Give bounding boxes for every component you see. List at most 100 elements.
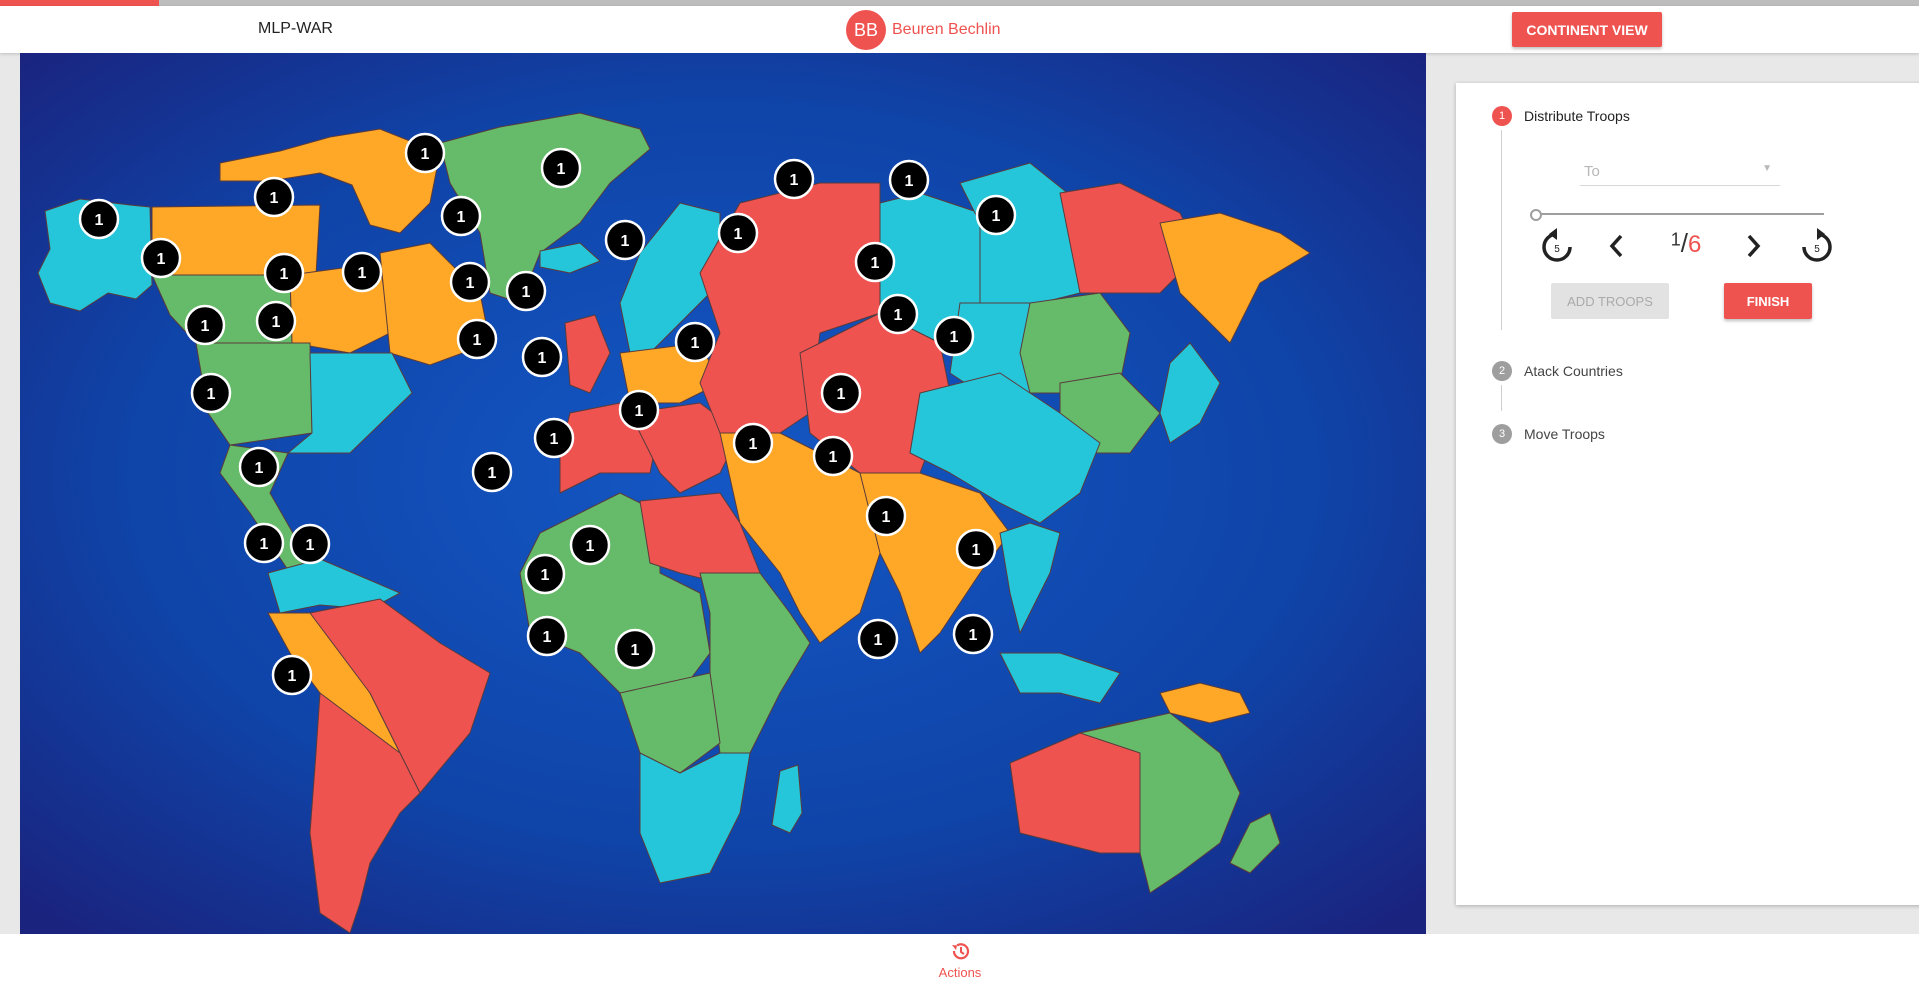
troop-count: 1 bbox=[905, 173, 914, 190]
troop-marker[interactable]: 1 bbox=[140, 237, 182, 279]
troop-marker[interactable]: 1 bbox=[732, 422, 774, 464]
troop-marker[interactable]: 1 bbox=[238, 446, 280, 488]
troop-count: 1 bbox=[207, 386, 216, 403]
troop-marker[interactable]: 1 bbox=[521, 336, 563, 378]
troop-count: 1 bbox=[488, 465, 497, 482]
step-distribute-troops[interactable]: 1 Distribute Troops bbox=[1492, 106, 1630, 126]
troop-marker[interactable]: 1 bbox=[190, 372, 232, 414]
troop-count: 1 bbox=[635, 403, 644, 420]
troop-count: 1 bbox=[255, 460, 264, 477]
troop-count: 1 bbox=[280, 266, 289, 283]
replay-5-icon: 5 bbox=[1542, 228, 1572, 262]
troop-marker[interactable]: 1 bbox=[812, 435, 854, 477]
troop-marker[interactable]: 1 bbox=[243, 522, 285, 564]
step-connector bbox=[1501, 130, 1502, 330]
troop-marker[interactable]: 1 bbox=[524, 553, 566, 595]
troop-count: 1 bbox=[270, 190, 279, 207]
troop-marker[interactable]: 1 bbox=[933, 315, 975, 357]
troop-count: 1 bbox=[969, 627, 978, 644]
troop-count: 1 bbox=[734, 226, 743, 243]
avatar: BB bbox=[846, 10, 886, 50]
troop-marker[interactable]: 1 bbox=[569, 524, 611, 566]
troop-marker[interactable]: 1 bbox=[404, 132, 446, 174]
troop-marker[interactable]: 1 bbox=[471, 451, 513, 493]
troop-marker[interactable]: 1 bbox=[440, 195, 482, 237]
to-territory-select[interactable]: To ▼ bbox=[1580, 157, 1780, 186]
troop-marker[interactable]: 1 bbox=[184, 304, 226, 346]
troop-marker[interactable]: 1 bbox=[952, 613, 994, 655]
app-title: MLP-WAR bbox=[258, 20, 333, 37]
forward-5-button[interactable]: 5 bbox=[1794, 223, 1840, 269]
forward-5-icon: 5 bbox=[1802, 228, 1832, 262]
step-attack-countries[interactable]: 2 Atack Countries bbox=[1492, 361, 1623, 381]
troop-marker[interactable]: 1 bbox=[449, 261, 491, 303]
finish-button[interactable]: FINISH bbox=[1724, 283, 1812, 319]
troop-counter: 1/6 bbox=[1656, 228, 1716, 259]
troop-marker[interactable]: 1 bbox=[456, 318, 498, 360]
troop-marker[interactable]: 1 bbox=[533, 417, 575, 459]
troop-marker[interactable]: 1 bbox=[773, 158, 815, 200]
step-move-troops[interactable]: 3 Move Troops bbox=[1492, 424, 1605, 444]
troop-count: 1 bbox=[358, 265, 367, 282]
troop-marker[interactable]: 1 bbox=[975, 194, 1017, 236]
troop-marker[interactable]: 1 bbox=[955, 528, 997, 570]
troop-marker[interactable]: 1 bbox=[263, 252, 305, 294]
troop-count: 1 bbox=[950, 329, 959, 346]
troop-count: 1 bbox=[829, 449, 838, 466]
troop-marker[interactable]: 1 bbox=[604, 219, 646, 261]
troop-count: 1 bbox=[874, 632, 883, 649]
world-map[interactable]: 1 1 1 1 1 1 1 1 1 1 1 1 1 1 1 1 1 1 1 1 1 1 1 1 1 1 1 1 1 1 1 1 1 1 1 1 1 1 1 1… bbox=[20, 53, 1426, 934]
troop-count: 1 bbox=[473, 332, 482, 349]
troop-marker[interactable]: 1 bbox=[888, 159, 930, 201]
troop-count: 1 bbox=[749, 436, 758, 453]
current-count: 1 bbox=[1670, 229, 1681, 250]
troop-marker[interactable]: 1 bbox=[674, 321, 716, 363]
troop-count: 1 bbox=[457, 209, 466, 226]
troop-count: 1 bbox=[586, 538, 595, 555]
step-number: 1 bbox=[1492, 106, 1512, 126]
troop-marker[interactable]: 1 bbox=[255, 300, 297, 342]
total-count: 6 bbox=[1687, 231, 1702, 258]
troop-count: 1 bbox=[288, 668, 297, 685]
next-button[interactable] bbox=[1730, 223, 1776, 269]
troop-count: 1 bbox=[543, 629, 552, 646]
add-troops-button[interactable]: ADD TROOPS bbox=[1551, 283, 1669, 319]
troop-count: 1 bbox=[272, 314, 281, 331]
troop-marker[interactable]: 1 bbox=[618, 389, 660, 431]
troop-marker[interactable]: 1 bbox=[540, 147, 582, 189]
troop-marker[interactable]: 1 bbox=[614, 628, 656, 670]
player-info: BB Beuren Bechlin bbox=[846, 10, 1001, 50]
troop-marker[interactable]: 1 bbox=[526, 615, 568, 657]
top-bar: MLP-WAR BB Beuren Bechlin CONTINENT VIEW bbox=[0, 6, 1919, 53]
actions-button[interactable]: Actions bbox=[930, 940, 990, 980]
previous-button[interactable] bbox=[1594, 223, 1640, 269]
troop-marker[interactable]: 1 bbox=[717, 212, 759, 254]
slider-thumb[interactable] bbox=[1530, 209, 1542, 221]
troop-count: 1 bbox=[157, 251, 166, 268]
troop-marker[interactable]: 1 bbox=[78, 198, 120, 240]
troop-marker[interactable]: 1 bbox=[877, 293, 919, 335]
chevron-down-icon: ▼ bbox=[1762, 163, 1772, 174]
troop-count: 1 bbox=[882, 509, 891, 526]
troop-marker[interactable]: 1 bbox=[820, 372, 862, 414]
forward-5-label: 5 bbox=[1814, 244, 1820, 255]
troop-marker[interactable]: 1 bbox=[253, 176, 295, 218]
troop-marker[interactable]: 1 bbox=[854, 241, 896, 283]
troop-count: 1 bbox=[691, 335, 700, 352]
troop-count: 1 bbox=[557, 161, 566, 178]
troop-amount-slider[interactable] bbox=[1530, 206, 1824, 222]
troop-marker[interactable]: 1 bbox=[271, 654, 313, 696]
troop-marker[interactable]: 1 bbox=[289, 523, 331, 565]
step-label: Distribute Troops bbox=[1524, 108, 1630, 124]
actions-label: Actions bbox=[938, 965, 982, 980]
troop-marker[interactable]: 1 bbox=[857, 618, 899, 660]
continent-view-button[interactable]: CONTINENT VIEW bbox=[1512, 12, 1662, 47]
troop-marker[interactable]: 1 bbox=[865, 495, 907, 537]
turn-panel: 1 Distribute Troops To ▼ 5 1/6 5 ADD TRO… bbox=[1456, 83, 1919, 905]
rewind-5-button[interactable]: 5 bbox=[1534, 223, 1580, 269]
troop-marker[interactable]: 1 bbox=[341, 251, 383, 293]
troop-count: 1 bbox=[522, 284, 531, 301]
troop-count: 1 bbox=[972, 542, 981, 559]
troop-marker[interactable]: 1 bbox=[505, 270, 547, 312]
troop-count: 1 bbox=[631, 642, 640, 659]
